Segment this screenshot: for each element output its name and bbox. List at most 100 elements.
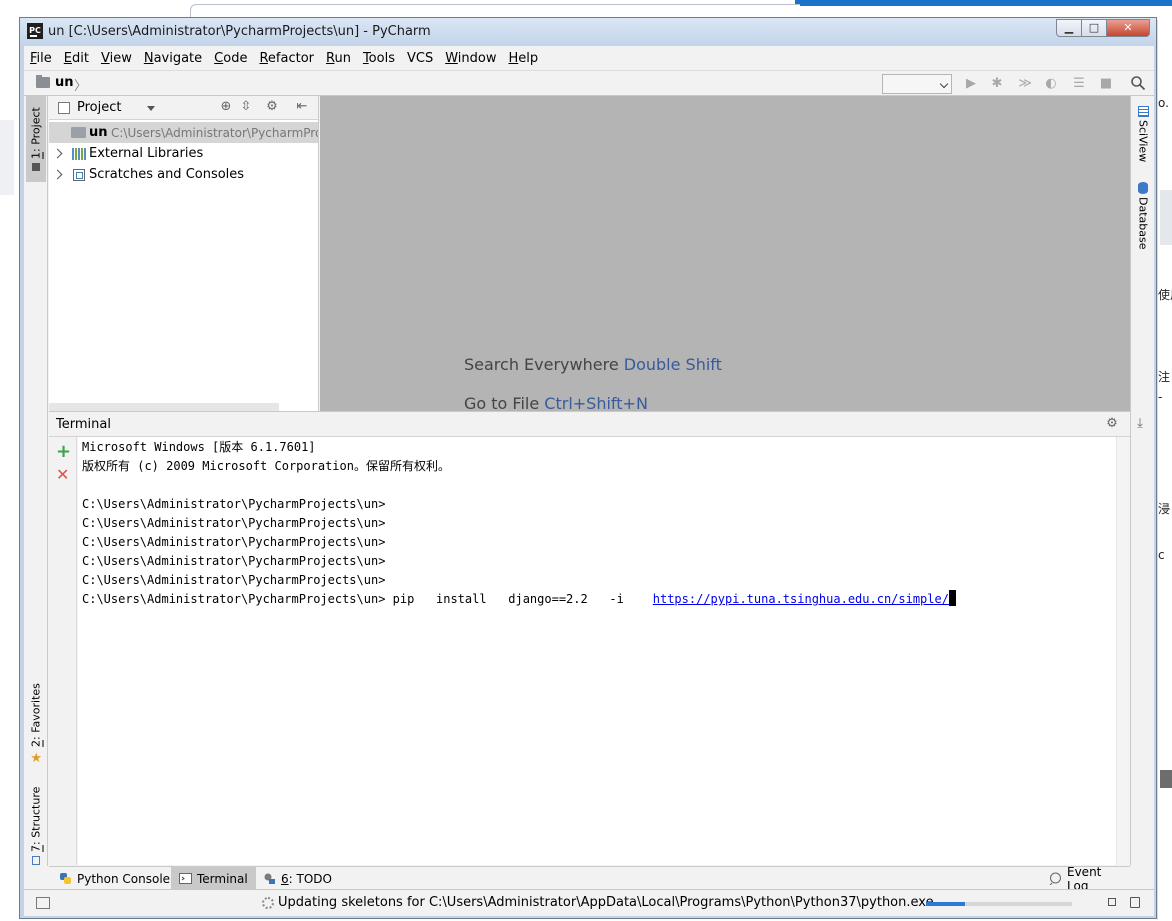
lock-icon[interactable] — [1108, 898, 1116, 906]
background-text: 注 — [1158, 370, 1171, 384]
hide-panel-icon[interactable]: ⇤ — [295, 100, 309, 114]
libraries-icon — [72, 147, 86, 160]
tab-favorites[interactable]: ★ 2: Favorites — [26, 674, 46, 776]
terminal-command-line[interactable]: C:\Users\Administrator\PycharmProjects\u… — [82, 590, 956, 609]
pycharm-window: PC un [C:\Users\Administrator\PycharmPro… — [19, 17, 1157, 919]
breadcrumb-arrow-icon: 〉 — [74, 79, 88, 94]
tab-todo[interactable]: 6: TODO — [255, 867, 340, 890]
menu-navigate[interactable]: Navigate — [144, 51, 202, 66]
title-bar[interactable]: PC un [C:\Users\Administrator\PycharmPro… — [20, 18, 1156, 46]
star-icon: ★ — [30, 751, 42, 767]
project-tool-window: Project ⊕ ⇳ ⚙ ⇤ un C:\Users\Administrato… — [49, 96, 319, 411]
chevron-right-icon[interactable] — [52, 148, 63, 159]
gear-icon[interactable]: ⚙ — [1105, 417, 1119, 431]
pycharm-app-icon: PC — [27, 23, 43, 39]
menu-window[interactable]: Window — [445, 51, 496, 66]
menu-code[interactable]: Code — [214, 51, 247, 66]
event-log-icon — [1049, 872, 1061, 885]
background-block — [1160, 190, 1172, 245]
tab-event-log[interactable]: Event Log — [1041, 865, 1130, 893]
gear-icon[interactable]: ⚙ — [265, 100, 279, 114]
project-view-icon — [58, 102, 70, 114]
chevron-down-icon[interactable] — [147, 106, 155, 111]
collapse-all-icon[interactable]: ⇳ — [239, 100, 253, 114]
menu-view[interactable]: View — [101, 51, 132, 66]
close-button[interactable]: ✕ — [1106, 19, 1150, 37]
minimize-button[interactable]: ▁ — [1056, 19, 1082, 37]
stop-icon[interactable]: ■ — [1099, 77, 1113, 91]
menu-file[interactable]: File — [30, 51, 52, 66]
terminal-header: Terminal ⚙ ⤓ — [49, 411, 1143, 437]
project-view-selector[interactable]: Project — [77, 100, 121, 115]
background-browser-tab — [190, 4, 800, 18]
inspector-icon[interactable] — [1130, 897, 1140, 908]
breadcrumb[interactable]: un — [55, 75, 74, 90]
hint-go-to-file: Go to File Ctrl+Shift+N — [464, 394, 648, 411]
background-window-strip — [795, 0, 1172, 6]
maximize-button[interactable]: □ — [1081, 19, 1107, 37]
locate-icon[interactable]: ⊕ — [219, 100, 233, 114]
menu-tools[interactable]: Tools — [363, 51, 395, 66]
progress-fill — [926, 902, 966, 906]
background-text: o. — [1158, 96, 1169, 110]
search-icon[interactable] — [1130, 75, 1146, 91]
terminal-side-toolbar: + ✕ — [49, 437, 77, 865]
coverage-icon[interactable]: ≫ — [1018, 77, 1032, 91]
terminal-output[interactable]: Microsoft Windows [版本 6.1.7601] 版权所有 (c)… — [78, 437, 1130, 865]
terminal-title: Terminal — [56, 417, 111, 432]
status-message[interactable]: Updating skeletons for C:\Users\Administ… — [278, 895, 946, 910]
profile-icon[interactable]: ◐ — [1044, 77, 1058, 91]
pypi-mirror-link[interactable]: https://pypi.tuna.tsinghua.edu.cn/simple… — [653, 592, 949, 606]
structure-icon — [32, 856, 40, 866]
close-session-icon[interactable]: ✕ — [56, 465, 69, 484]
hide-panel-icon[interactable]: ⤓ — [1133, 417, 1147, 431]
concurrency-icon[interactable]: ☰ — [1072, 77, 1086, 91]
navigation-bar: un 〉 ▶ ✱ ≫ ◐ ☰ ■ — [24, 70, 1154, 96]
tree-item-project-root[interactable]: un C:\Users\Administrator\PycharmProject… — [49, 122, 318, 143]
menu-run[interactable]: Run — [326, 51, 351, 66]
menu-refactor[interactable]: Refactor — [259, 51, 314, 66]
terminal-line: C:\Users\Administrator\PycharmProjects\u… — [82, 497, 386, 511]
window-controls: ▁ □ ✕ — [1056, 19, 1150, 37]
left-tool-strip: 1: Project ★ 2: Favorites 7: Structure — [24, 96, 48, 866]
folder-icon — [71, 127, 86, 138]
tree-item-scratches[interactable]: Scratches and Consoles — [49, 164, 318, 185]
background-text: 使用 — [1158, 288, 1172, 302]
horizontal-scrollbar[interactable] — [49, 403, 279, 411]
background-text: 浸 — [1158, 502, 1171, 516]
scratches-icon — [73, 168, 85, 181]
debug-icon[interactable]: ✱ — [990, 77, 1004, 91]
terminal-line: C:\Users\Administrator\PycharmProjects\u… — [82, 554, 386, 568]
background-text: - — [1158, 390, 1163, 404]
new-session-icon[interactable]: + — [56, 441, 71, 462]
terminal-line: C:\Users\Administrator\PycharmProjects\u… — [82, 535, 386, 549]
bottom-tool-tabs: Python Console Terminal 6: TODO Event Lo… — [49, 865, 1130, 893]
run-configuration-select[interactable] — [882, 74, 952, 94]
status-bar: Updating skeletons for C:\Users\Administ… — [24, 889, 1154, 916]
tab-terminal[interactable]: Terminal — [171, 867, 256, 890]
progress-spinner-icon — [262, 897, 274, 909]
tab-structure[interactable]: 7: Structure — [26, 786, 46, 866]
menu-help[interactable]: Help — [508, 51, 538, 66]
terminal-line: C:\Users\Administrator\PycharmProjects\u… — [82, 516, 386, 530]
tab-sciview[interactable]: SciView — [1133, 106, 1153, 176]
tab-python-console[interactable]: Python Console — [51, 867, 178, 890]
chevron-right-icon[interactable] — [52, 169, 63, 180]
tab-project[interactable]: 1: Project — [26, 96, 46, 182]
menu-vcs[interactable]: VCS — [407, 51, 433, 66]
menu-edit[interactable]: Edit — [64, 51, 89, 66]
ide-client-area: File Edit View Navigate Code Refactor Ru… — [24, 46, 1154, 916]
background-panel — [0, 120, 14, 195]
terminal-icon — [179, 873, 192, 884]
background-task-progress[interactable] — [926, 902, 1072, 906]
tool-windows-toggle-icon[interactable] — [36, 897, 50, 909]
right-tool-strip: SciView Database — [1130, 96, 1154, 866]
python-icon — [60, 873, 71, 884]
run-icon[interactable]: ▶ — [964, 77, 978, 91]
tree-item-external-libraries[interactable]: External Libraries — [49, 143, 318, 164]
terminal-cursor — [948, 590, 956, 606]
terminal-scrollbar[interactable] — [1116, 437, 1130, 865]
tab-database[interactable]: Database — [1133, 182, 1153, 262]
todo-icon — [264, 873, 275, 884]
background-text: c — [1158, 548, 1165, 562]
